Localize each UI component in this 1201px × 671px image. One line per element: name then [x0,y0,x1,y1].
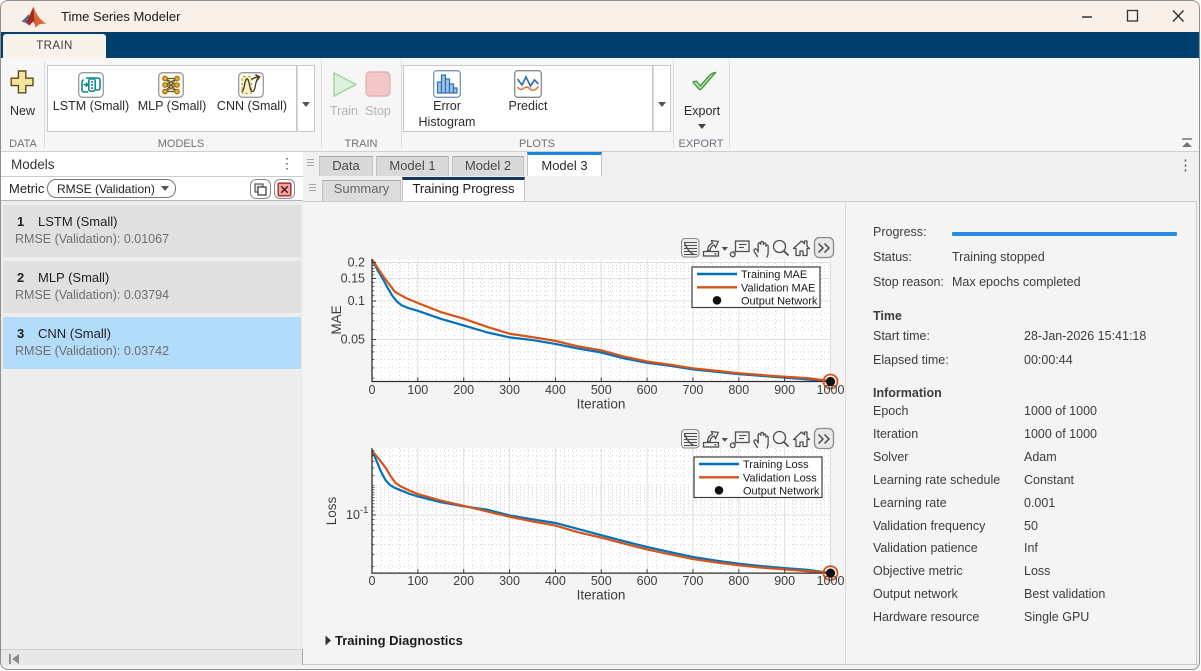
svg-text:Training Loss: Training Loss [743,459,809,471]
svg-text:Validation Loss: Validation Loss [743,472,817,484]
svg-text:1000: 1000 [817,383,845,397]
svg-text:0.15: 0.15 [341,271,365,285]
svg-text:400: 400 [545,574,566,588]
svg-text:0: 0 [369,383,376,397]
svg-text:MAE: MAE [329,305,344,334]
svg-text:Output Network: Output Network [743,485,820,497]
svg-text:500: 500 [591,574,612,588]
svg-text:300: 300 [499,574,520,588]
svg-text:-1: -1 [360,505,368,516]
svg-text:10: 10 [346,508,360,522]
svg-text:900: 900 [774,574,795,588]
svg-text:200: 200 [453,383,474,397]
svg-text:800: 800 [728,574,749,588]
svg-text:Iteration: Iteration [577,588,626,603]
svg-text:Iteration: Iteration [577,397,626,412]
svg-text:600: 600 [637,383,658,397]
svg-text:400: 400 [545,383,566,397]
svg-text:0.05: 0.05 [341,333,365,347]
svg-text:Loss: Loss [324,496,339,525]
svg-text:Training MAE: Training MAE [741,269,807,281]
svg-text:900: 900 [774,383,795,397]
svg-text:100: 100 [407,383,428,397]
svg-text:800: 800 [728,383,749,397]
svg-text:300: 300 [499,383,520,397]
svg-text:500: 500 [591,383,612,397]
svg-text:700: 700 [683,574,704,588]
svg-text:1000: 1000 [817,574,845,588]
svg-text:600: 600 [637,574,658,588]
svg-text:0.2: 0.2 [348,255,365,269]
svg-text:700: 700 [683,383,704,397]
svg-text:Output Network: Output Network [741,295,818,307]
svg-text:100: 100 [407,574,428,588]
svg-text:200: 200 [453,574,474,588]
svg-text:0: 0 [369,574,376,588]
svg-text:Validation MAE: Validation MAE [741,282,815,294]
svg-text:0.1: 0.1 [348,294,365,308]
